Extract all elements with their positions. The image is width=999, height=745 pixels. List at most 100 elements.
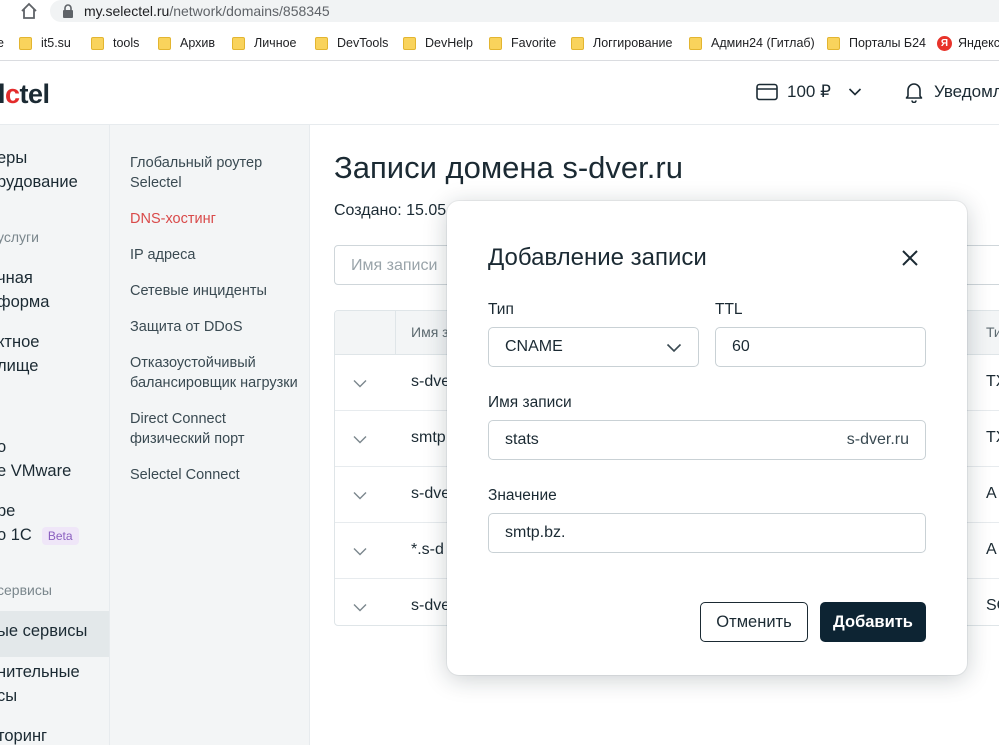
chevron-down-icon: [848, 88, 861, 96]
bell-icon: [905, 83, 923, 103]
bookmark-devhelp[interactable]: DevHelp: [403, 34, 473, 52]
folder-icon: [19, 36, 32, 50]
sidebar-item-object-storage-line2[interactable]: лище: [0, 354, 38, 378]
folder-icon: [158, 36, 171, 50]
bookmark-admin24[interactable]: Админ24 (Гитлаб): [689, 34, 815, 52]
record-name-input[interactable]: stats s-dver.ru: [488, 420, 926, 460]
chevron-down-icon[interactable]: [353, 491, 367, 500]
network-sidebar: Глобальный роутер Selectel DNS-хостинг I…: [110, 125, 310, 745]
folder-icon: [315, 36, 328, 50]
value-label: Значение: [488, 487, 557, 504]
folder-icon: [91, 36, 104, 50]
record-name: s-dve: [411, 373, 451, 390]
add-record-modal: Добавление записи Тип CNAME TTL 60 Имя з…: [447, 201, 967, 675]
ttl-label: TTL: [715, 301, 743, 318]
sidebar-item-direct-connect[interactable]: Direct Connect физический порт: [130, 409, 310, 449]
sidebar-item-ip-addresses[interactable]: IP адреса: [130, 245, 310, 265]
bookmark-archive[interactable]: Архив: [158, 34, 215, 52]
chevron-down-icon[interactable]: [353, 603, 367, 612]
sidebar-category-services2: сервисы: [0, 582, 52, 598]
yandex-icon: Я: [937, 35, 952, 51]
url-text[interactable]: my.selectel.ru/network/domains/858345: [84, 3, 330, 19]
balance-dropdown[interactable]: 100 ₽: [756, 82, 862, 102]
bookmark-personal[interactable]: Личное: [232, 34, 297, 52]
chevron-down-icon[interactable]: [353, 547, 367, 556]
modal-title: Добавление записи: [488, 244, 707, 271]
type-select-value: CNAME: [505, 338, 563, 355]
value-value: smtp.bz.: [505, 524, 566, 541]
sidebar-item-load-balancer[interactable]: Отказоустойчивый балансировщик нагрузки: [130, 353, 310, 393]
type-select[interactable]: CNAME: [488, 327, 699, 367]
bookmark-devtools[interactable]: DevTools: [315, 34, 388, 52]
record-name-value: stats: [505, 431, 539, 448]
sidebar-item-additional-line2[interactable]: сы: [0, 684, 17, 708]
sidebar-item-additional[interactable]: нительные: [0, 660, 80, 684]
sidebar-item-network-incidents[interactable]: Сетевые инциденты: [130, 281, 310, 301]
ttl-value: 60: [732, 338, 750, 355]
beta-badge: Beta: [41, 526, 79, 545]
record-name: s-dve: [411, 485, 451, 502]
chevron-down-icon[interactable]: [353, 379, 367, 388]
ttl-input[interactable]: 60: [715, 327, 926, 367]
wallet-icon: [756, 83, 778, 101]
selectel-logo[interactable]: lctel: [0, 79, 50, 110]
sidebar-item-object-storage[interactable]: ктное: [0, 330, 39, 354]
record-type: A: [986, 485, 997, 502]
folder-icon: [827, 36, 840, 50]
search-placeholder: Имя записи: [351, 257, 438, 274]
record-type: A: [986, 541, 997, 558]
bookmark-partial[interactable]: е: [0, 34, 4, 52]
bookmark-logging[interactable]: Логгирование: [571, 34, 672, 52]
record-name: *.s-d: [411, 541, 444, 558]
sidebar-item-network-services[interactable]: ые сервисы: [0, 619, 87, 643]
bookmarks-bar: е it5.su tools Архив Личное DevTools Dev…: [0, 24, 999, 61]
home-icon[interactable]: [20, 2, 38, 20]
sidebar-item-1c-line2[interactable]: о 1С Beta: [0, 523, 79, 547]
notifications-button[interactable]: Уведомления: [904, 81, 999, 103]
app-header: lctel 100 ₽ Уведомления: [0, 61, 999, 125]
sidebar-item-ddos-protection[interactable]: Защита от DDoS: [130, 317, 310, 337]
notifications-label: Уведомления: [934, 82, 999, 101]
folder-icon: [689, 36, 702, 50]
page-title: Записи домена s-dver.ru: [334, 150, 683, 185]
bookmark-favorite[interactable]: Favorite: [489, 34, 556, 52]
chevron-down-icon[interactable]: [353, 435, 367, 444]
domain-suffix: s-dver.ru: [846, 431, 909, 448]
bookmark-yandex[interactable]: Я Яндекс: [937, 34, 999, 52]
browser-address-bar: my.selectel.ru/network/domains/858345: [0, 0, 999, 24]
record-name-label: Имя записи: [488, 394, 572, 411]
sidebar-item-monitoring[interactable]: торинг: [0, 724, 47, 745]
bookmark-tools[interactable]: tools: [91, 34, 139, 52]
lock-icon: [63, 4, 73, 18]
bookmark-it5[interactable]: it5.su: [19, 34, 71, 52]
record-type: SO: [986, 597, 999, 614]
sidebar-item-dns-hosting[interactable]: DNS-хостинг: [130, 209, 310, 229]
column-header-type[interactable]: Ти: [986, 324, 999, 340]
sidebar-item-cloud-platform-line2[interactable]: форма: [0, 290, 49, 314]
record-type: TX: [986, 373, 999, 390]
type-label: Тип: [488, 301, 514, 318]
value-input[interactable]: smtp.bz.: [488, 513, 926, 553]
folder-icon: [232, 36, 245, 50]
cancel-button[interactable]: Отменить: [700, 602, 808, 642]
record-type: TX: [986, 429, 999, 446]
created-date: Создано: 15.05: [334, 202, 447, 219]
folder-icon: [571, 36, 584, 50]
sidebar-item-global-router[interactable]: Глобальный роутер Selectel: [130, 153, 310, 193]
sidebar-item-servers[interactable]: еры: [0, 146, 27, 170]
chevron-down-icon: [666, 343, 682, 353]
bookmark-portals[interactable]: Порталы Б24: [827, 34, 926, 52]
sidebar-item-selectel-connect[interactable]: Selectel Connect: [130, 465, 310, 485]
sidebar-category-services: услуги: [0, 229, 39, 245]
add-button[interactable]: Добавить: [820, 602, 926, 642]
sidebar-item-cloud-platform[interactable]: чная: [0, 266, 33, 290]
close-icon[interactable]: [899, 247, 921, 269]
sidebar-item-servers-line2[interactable]: рудование: [0, 170, 78, 194]
column-divider: [395, 311, 396, 355]
folder-icon: [489, 36, 502, 50]
record-name: s-dve: [411, 597, 451, 614]
record-name: smtp: [411, 429, 446, 446]
sidebar-item-1c[interactable]: ре: [0, 499, 15, 523]
sidebar-item-vmware[interactable]: о: [0, 435, 6, 459]
sidebar-item-vmware-line2[interactable]: е VMware: [0, 459, 71, 483]
